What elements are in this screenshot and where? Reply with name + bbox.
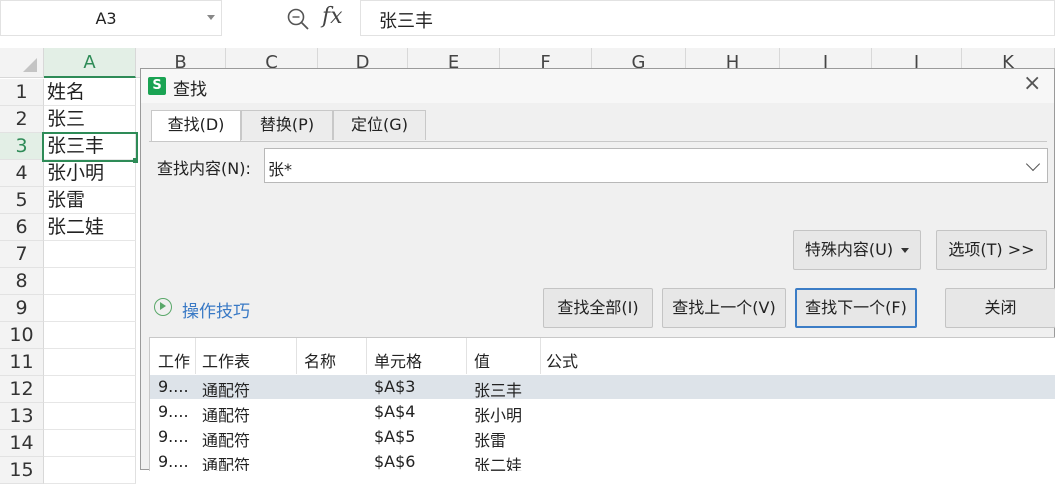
row-header-8[interactable]: 8 bbox=[0, 268, 44, 295]
cell-a10[interactable] bbox=[44, 322, 136, 349]
special-content-label: 特殊内容(U) bbox=[804, 240, 894, 259]
result-cell: $A$5 bbox=[374, 427, 416, 446]
cell-a8[interactable] bbox=[44, 268, 136, 295]
result-row[interactable]: 9.... 通配符 $A$3 张三丰 bbox=[150, 375, 1055, 400]
cell-a6[interactable]: 张二娃 bbox=[44, 214, 136, 241]
result-cell: 张雷 bbox=[474, 431, 507, 450]
result-cell: 张三丰 bbox=[474, 381, 523, 400]
tab-find[interactable]: 查找(D) bbox=[151, 110, 241, 142]
column-separator[interactable] bbox=[540, 338, 541, 374]
result-cell: 张二娃 bbox=[474, 456, 523, 471]
find-all-button[interactable]: 查找全部(I) bbox=[543, 288, 653, 328]
function-icon[interactable]: fx bbox=[322, 4, 343, 29]
special-content-button[interactable]: 特殊内容(U) bbox=[793, 230, 921, 270]
name-box[interactable]: A3 bbox=[0, 0, 222, 36]
cell-a2[interactable]: 张三 bbox=[44, 106, 136, 133]
row-header-5[interactable]: 5 bbox=[0, 187, 44, 214]
cell-a9[interactable] bbox=[44, 295, 136, 322]
cell-a14[interactable] bbox=[44, 430, 136, 457]
cell-a5[interactable]: 张雷 bbox=[44, 187, 136, 214]
row-header-9[interactable]: 9 bbox=[0, 295, 44, 322]
cell-a12[interactable] bbox=[44, 376, 136, 403]
result-cell: 9.... bbox=[158, 377, 189, 396]
row-header-14[interactable]: 14 bbox=[0, 430, 44, 457]
column-separator[interactable] bbox=[195, 338, 196, 374]
cell-a11[interactable] bbox=[44, 349, 136, 376]
column-separator[interactable] bbox=[296, 338, 297, 374]
find-label: 查找内容(N): bbox=[157, 159, 251, 178]
find-input[interactable]: 张* bbox=[264, 148, 1048, 183]
results-column-header[interactable]: 公式 bbox=[546, 348, 578, 372]
results-list[interactable]: 工作 工作表 名称 单元格 值 公式 9.... 通配符 $A$3 张三丰 9.... 通配符 $A$… bbox=[149, 337, 1055, 471]
results-column-header[interactable]: 工作表 bbox=[202, 348, 250, 372]
result-cell: $A$6 bbox=[374, 452, 416, 471]
name-box-dropdown-icon[interactable] bbox=[207, 15, 215, 20]
result-cell: 通配符 bbox=[202, 431, 251, 450]
close-button[interactable]: 关闭 bbox=[945, 288, 1055, 328]
result-cell: 通配符 bbox=[202, 381, 251, 400]
zoom-formula-icon[interactable] bbox=[286, 7, 310, 31]
row-header-11[interactable]: 11 bbox=[0, 349, 44, 376]
row-header-7[interactable]: 7 bbox=[0, 241, 44, 268]
row-header-4[interactable]: 4 bbox=[0, 160, 44, 187]
fill-handle[interactable] bbox=[133, 158, 138, 163]
results-column-header[interactable]: 单元格 bbox=[374, 348, 422, 372]
formula-input[interactable]: 张三丰 bbox=[360, 0, 1055, 36]
options-button[interactable]: 选项(T) >> bbox=[936, 230, 1047, 270]
result-cell: 9.... bbox=[158, 452, 189, 471]
result-cell: 通配符 bbox=[202, 456, 251, 471]
cell-a7[interactable] bbox=[44, 241, 136, 268]
row-header-1[interactable]: 1 bbox=[0, 79, 44, 106]
dialog-title: 查找 bbox=[173, 80, 207, 100]
active-cell-border bbox=[42, 132, 138, 162]
result-cell: 9.... bbox=[158, 427, 189, 446]
row-header-12[interactable]: 12 bbox=[0, 376, 44, 403]
result-cell: 张小明 bbox=[474, 406, 523, 425]
result-cell: 9.... bbox=[158, 402, 189, 421]
results-column-header[interactable]: 名称 bbox=[304, 348, 336, 372]
dropdown-arrow-icon bbox=[901, 248, 910, 253]
results-column-header[interactable]: 值 bbox=[474, 348, 490, 372]
result-cell: $A$3 bbox=[374, 377, 416, 396]
column-separator[interactable] bbox=[366, 338, 367, 374]
row-header-15[interactable]: 15 bbox=[0, 457, 44, 484]
cell-a4[interactable]: 张小明 bbox=[44, 160, 136, 187]
find-previous-button[interactable]: 查找上一个(V) bbox=[662, 288, 786, 328]
wps-logo-icon: S bbox=[148, 77, 166, 95]
select-all-corner[interactable] bbox=[0, 48, 44, 78]
tab-goto[interactable]: 定位(G) bbox=[333, 110, 426, 140]
result-row[interactable]: 9.... 通配符 $A$5 张雷 bbox=[150, 425, 1055, 450]
cell-a13[interactable] bbox=[44, 403, 136, 430]
column-separator[interactable] bbox=[466, 338, 467, 374]
row-header-10[interactable]: 10 bbox=[0, 322, 44, 349]
results-column-header[interactable]: 工作 bbox=[158, 348, 190, 372]
column-header-a[interactable]: A bbox=[44, 48, 136, 78]
result-row[interactable]: 9.... 通配符 $A$4 张小明 bbox=[150, 400, 1055, 425]
find-next-button[interactable]: 查找下一个(F) bbox=[795, 288, 917, 328]
name-box-value: A3 bbox=[95, 9, 117, 28]
tab-replace[interactable]: 替换(P) bbox=[241, 110, 333, 140]
row-header-2[interactable]: 2 bbox=[0, 106, 44, 133]
result-cell: 通配符 bbox=[202, 406, 251, 425]
cell-a15[interactable] bbox=[44, 457, 136, 484]
cell-a1[interactable]: 姓名 bbox=[44, 79, 136, 106]
dialog-title-bar[interactable]: S 查找 × bbox=[141, 69, 1054, 103]
close-icon[interactable]: × bbox=[1023, 71, 1041, 96]
find-dialog: S 查找 × 查找(D) 替换(P) 定位(G) 查找内容(N): 张* 特殊内… bbox=[140, 68, 1055, 471]
row-header-3[interactable]: 3 bbox=[0, 133, 44, 160]
row-header-6[interactable]: 6 bbox=[0, 214, 44, 241]
play-circle-icon[interactable] bbox=[154, 298, 172, 316]
result-row[interactable]: 9.... 通配符 $A$6 张二娃 bbox=[150, 450, 1055, 471]
operation-tips-link[interactable]: 操作技巧 bbox=[182, 297, 250, 322]
result-cell: $A$4 bbox=[374, 402, 416, 421]
row-header-13[interactable]: 13 bbox=[0, 403, 44, 430]
